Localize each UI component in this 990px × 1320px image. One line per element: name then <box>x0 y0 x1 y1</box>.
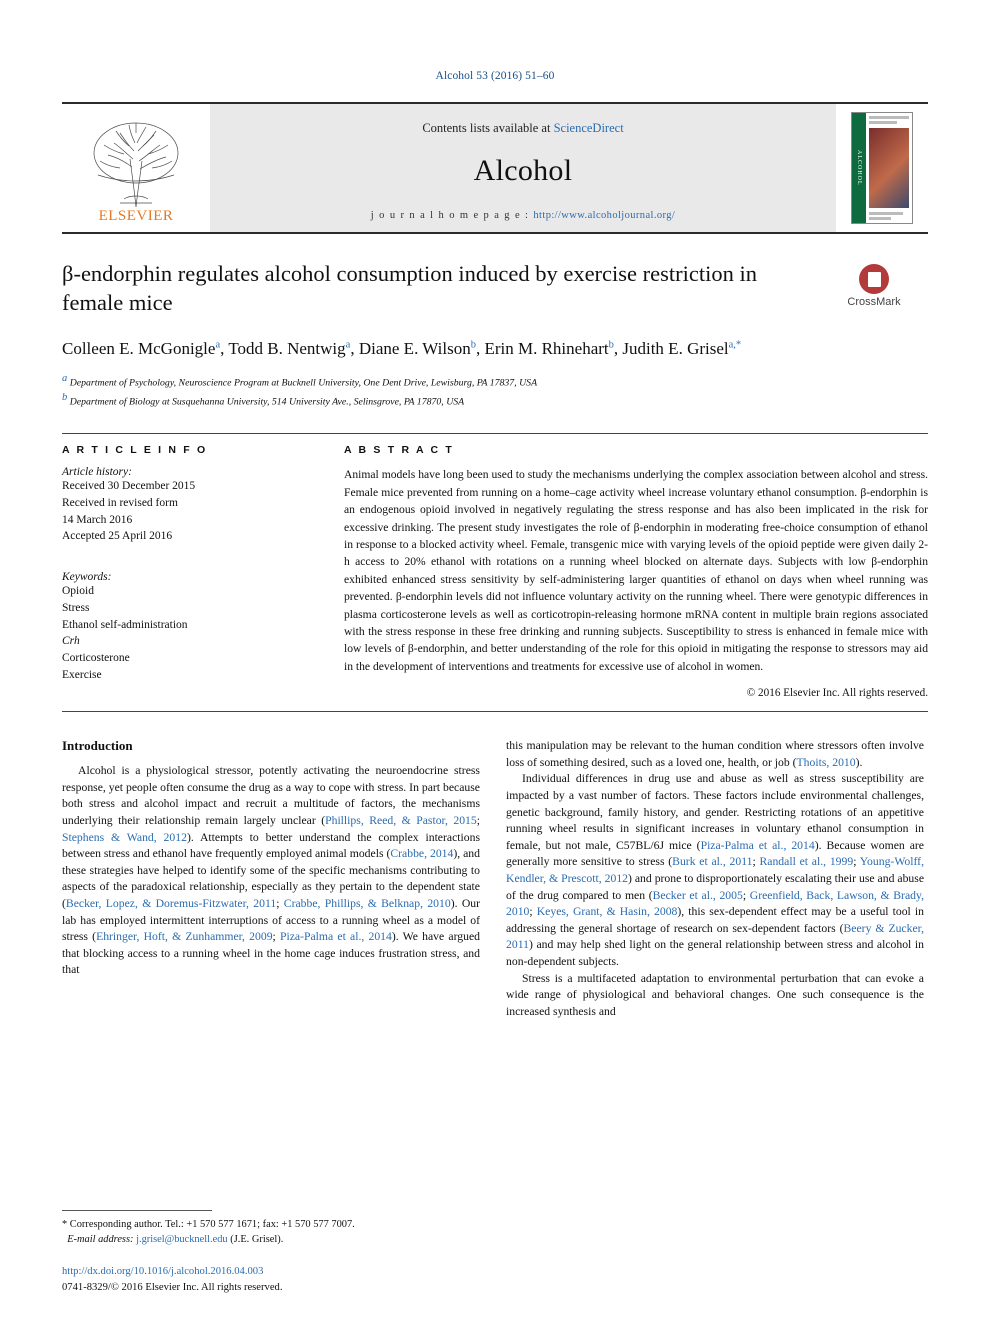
author-name: Todd B. Nentwig <box>228 338 346 358</box>
section-heading-introduction: Introduction <box>62 738 133 754</box>
paragraph: Individual differences in drug use and a… <box>506 772 925 969</box>
journal-masthead: ELSEVIER Contents lists available at Sci… <box>62 102 928 234</box>
homepage-link[interactable]: http://www.alcoholjournal.org/ <box>533 210 675 221</box>
keyword-item: Corticosterone <box>62 651 130 664</box>
author-name: Judith E. Grisel <box>622 338 729 358</box>
journal-homepage-line: j o u r n a l h o m e p a g e : http://w… <box>371 210 675 221</box>
citation-link[interactable]: Crabbe, Phillips, & Belknap, 2010 <box>284 897 451 910</box>
cover-spine-title: ALCOHOL <box>852 113 866 223</box>
citation-link[interactable]: Becker et al., 2005 <box>653 889 743 902</box>
abstract-column: A B S T R A C T Animal models have long … <box>344 444 928 699</box>
body-column-left: Introduction Alcohol is a physiological … <box>62 738 480 1020</box>
contents-prefix: Contents lists available at <box>422 121 554 135</box>
affiliations: a Department of Psychology, Neuroscience… <box>62 371 928 410</box>
cover-bar <box>869 121 897 124</box>
keyword-item: Crh <box>62 635 80 648</box>
history-item: Received in revised form <box>62 497 178 510</box>
author-affil-marker[interactable]: a, <box>729 339 736 350</box>
publisher-name: ELSEVIER <box>98 208 174 224</box>
doi-link[interactable]: http://dx.doi.org/10.1016/j.alcohol.2016… <box>62 1266 263 1277</box>
corresponding-author-footnote: * Corresponding author. Tel.: +1 570 577… <box>62 1204 480 1248</box>
history-heading: Article history: <box>62 466 132 479</box>
citation-link[interactable]: Becker, Lopez, & Doremus-Fitzwater, 2011 <box>66 897 276 910</box>
citation-link[interactable]: Ehringer, Hoft, & Zunhammer, 2009 <box>96 930 272 943</box>
affiliation-item: b Department of Biology at Susquehanna U… <box>62 390 928 409</box>
footnote-phone: * Corresponding author. Tel.: +1 570 577… <box>62 1218 355 1230</box>
masthead-center: Contents lists available at ScienceDirec… <box>210 104 836 232</box>
affiliation-item: a Department of Psychology, Neuroscience… <box>62 371 928 390</box>
paragraph: this manipulation may be relevant to the… <box>506 739 924 769</box>
keywords-heading: Keywords: <box>62 571 112 584</box>
publisher-logo: ELSEVIER <box>62 104 210 232</box>
citation-link[interactable]: Stephens & Wand, 2012 <box>62 831 187 844</box>
citation-link[interactable]: Burk et al., 2011 <box>672 855 752 868</box>
journal-title: Alcohol <box>473 154 573 187</box>
article-info-column: A R T I C L E I N F O Article history: R… <box>62 444 320 699</box>
corresponding-marker[interactable]: * <box>736 339 741 350</box>
citation-link[interactable]: Piza-Palma et al., 2014 <box>701 839 815 852</box>
history-item: Received 30 December 2015 <box>62 480 196 493</box>
citation-link[interactable]: Beery & Zucker, 2011 <box>506 922 924 952</box>
author-affil-marker[interactable]: a <box>346 339 351 350</box>
abstract-copyright: © 2016 Elsevier Inc. All rights reserved… <box>746 687 928 700</box>
journal-cover-thumb: ALCOHOL <box>836 104 928 232</box>
author-name: Colleen E. McGonigle <box>62 338 216 358</box>
crossmark-badge[interactable]: CrossMark <box>820 264 928 308</box>
abstract-heading: A B S T R A C T <box>344 444 454 457</box>
cover-bar <box>869 212 903 215</box>
history-item: Accepted 25 April 2016 <box>62 530 173 543</box>
affiliation-marker: b <box>62 392 68 403</box>
body-columns: Introduction Alcohol is a physiological … <box>62 738 928 1020</box>
author-name: Diane E. Wilson <box>358 338 471 358</box>
footnote-rule <box>62 1209 212 1211</box>
keyword-item: Opioid <box>62 585 94 598</box>
cover-photo <box>869 128 909 208</box>
cover-bar <box>869 116 909 119</box>
info-block-rule <box>62 711 928 713</box>
keyword-item: Exercise <box>62 668 102 681</box>
email-label: E-mail address: <box>67 1234 134 1246</box>
author-affil-marker[interactable]: a <box>215 339 220 350</box>
author-list: Colleen E. McGoniglea, Todd B. Nentwiga,… <box>62 338 742 358</box>
cover-image: ALCOHOL <box>851 112 913 224</box>
sciencedirect-link[interactable]: ScienceDirect <box>554 121 624 135</box>
crossmark-label: CrossMark <box>847 296 901 308</box>
affiliation-text: Department of Psychology, Neuroscience P… <box>69 376 538 388</box>
citation-link[interactable]: Crabbe, 2014 <box>390 847 453 860</box>
abstract-text: Animal models have long been used to stu… <box>344 468 928 673</box>
cover-body <box>866 113 912 223</box>
email-link[interactable]: j.grisel@bucknell.edu <box>136 1234 228 1245</box>
keyword-item: Ethanol self-administration <box>62 618 188 631</box>
author-name: Erin M. Rhinehart <box>484 338 609 358</box>
body-column-right: this manipulation may be relevant to the… <box>506 738 924 1020</box>
page-title: β-endorphin regulates alcohol consumptio… <box>62 261 757 315</box>
citation-link[interactable]: Phillips, Reed, & Pastor, 2015 <box>325 814 477 827</box>
paper-page: Alcohol 53 (2016) 51–60 ELSEVIER Content… <box>0 0 990 1320</box>
citation-link[interactable]: Randall et al., 1999 <box>759 855 853 868</box>
author-affil-marker[interactable]: b <box>609 339 614 350</box>
email-suffix: (J.E. Grisel). <box>230 1234 284 1246</box>
cover-bar <box>869 217 891 220</box>
affiliation-text: Department of Biology at Susquehanna Uni… <box>69 396 465 408</box>
citation-link[interactable]: Piza-Palma et al., 2014 <box>280 930 392 943</box>
elsevier-tree-icon <box>93 122 179 207</box>
info-abstract-block: A R T I C L E I N F O Article history: R… <box>62 433 928 699</box>
citation-link[interactable]: Keyes, Grant, & Hasin, 2008 <box>537 905 678 918</box>
issn-copyright: 0741-8329/© 2016 Elsevier Inc. All right… <box>62 1282 283 1294</box>
paragraph: Stress is a multifaceted adaptation to e… <box>506 971 924 1018</box>
affiliation-marker: a <box>62 372 68 384</box>
contents-line: Contents lists available at ScienceDirec… <box>422 121 623 136</box>
citation-link[interactable]: Thoits, 2010 <box>797 756 856 769</box>
crossmark-icon <box>859 264 889 294</box>
title-block: β-endorphin regulates alcohol consumptio… <box>62 260 928 409</box>
history-item: 14 March 2016 <box>62 513 133 526</box>
article-info-heading: A R T I C L E I N F O <box>62 444 208 457</box>
keyword-item: Stress <box>62 601 90 614</box>
footnote-email-line: E-mail address: j.grisel@bucknell.edu (J… <box>62 1232 480 1248</box>
running-head: Alcohol 53 (2016) 51–60 <box>435 70 555 82</box>
author-affil-marker[interactable]: b <box>471 339 476 350</box>
paragraph: Alcohol is a physiological stressor, pot… <box>62 764 481 977</box>
homepage-label: j o u r n a l h o m e p a g e : <box>370 210 534 221</box>
page-footer: http://dx.doi.org/10.1016/j.alcohol.2016… <box>62 1264 582 1296</box>
